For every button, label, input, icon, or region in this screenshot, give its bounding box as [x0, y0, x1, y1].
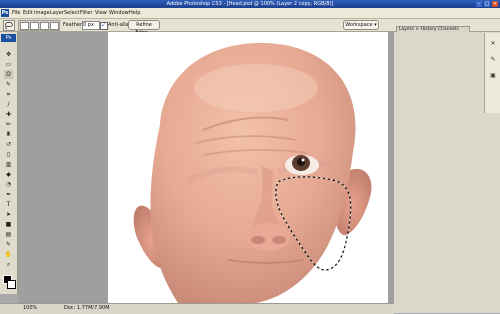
lasso-icon — [5, 21, 13, 30]
shape-tool-icon[interactable]: ■ — [4, 220, 13, 229]
type-tool-icon[interactable]: T — [4, 200, 13, 209]
photoshop-logo-icon: Ps — [1, 9, 9, 17]
workspace-label: Workspace ▾ — [345, 22, 377, 28]
tool-presets-icon[interactable]: ✕ — [488, 39, 498, 49]
menu-window[interactable]: Window — [109, 10, 129, 16]
refine-edge-button[interactable]: Refine Edge... — [128, 20, 160, 36]
doc-size: Doc: 1.77M/7.90M — [64, 305, 110, 311]
document-canvas[interactable] — [108, 32, 388, 303]
quick-selection-icon[interactable]: ✎ — [4, 80, 13, 89]
head-photo-icon — [133, 42, 372, 303]
crop-tool-icon[interactable]: ⌗ — [4, 90, 13, 99]
pen-tool-icon[interactable]: ✒ — [4, 190, 13, 199]
menu-filter[interactable]: Filter — [80, 10, 92, 16]
healing-brush-icon[interactable]: ✚ — [4, 110, 13, 119]
move-tool-icon[interactable]: ✥ — [4, 50, 13, 59]
tools-panel: Ps ✥ ▭ ʘ ✎ ⌗ / ✚ ✏ ♜ ↺ ▯ ▥ ◆ ◔ ✒ T ➤ ■ ▤… — [0, 32, 18, 294]
antialias-checkbox[interactable]: ✓ — [100, 22, 108, 30]
clone-source-icon[interactable]: ▣ — [488, 71, 498, 81]
history-brush-icon[interactable]: ↺ — [4, 140, 13, 149]
brush-tool-icon[interactable]: ✏ — [4, 120, 13, 129]
close-icon[interactable]: × — [492, 1, 498, 7]
menu-file[interactable]: File — [12, 10, 20, 16]
selection-mode-group[interactable] — [18, 20, 60, 31]
eyedropper-icon[interactable]: ✎ — [4, 240, 13, 249]
path-select-icon[interactable]: ➤ — [4, 210, 13, 219]
menu-edit[interactable]: Edit — [23, 10, 33, 16]
title-bar: Adobe Photoshop CS3 - [Head.psd @ 100% (… — [0, 0, 500, 8]
menu-help[interactable]: Help — [129, 10, 140, 16]
lasso-tool-icon[interactable]: ʘ — [4, 70, 13, 79]
background-color-swatch[interactable] — [7, 280, 16, 289]
minimize-icon[interactable]: – — [476, 1, 482, 7]
maximize-icon[interactable]: □ — [484, 1, 490, 7]
slice-tool-icon[interactable]: / — [4, 100, 13, 109]
dock-icons: ✕ ✎ ▣ — [484, 33, 500, 113]
blur-tool-icon[interactable]: ◆ — [4, 170, 13, 179]
menu-image[interactable]: Image — [34, 10, 50, 16]
zoom-tool-icon[interactable]: ⌕ — [4, 260, 13, 269]
brushes-icon[interactable]: ✎ — [488, 55, 498, 65]
feather-label: Feather: — [63, 22, 84, 28]
tool-preset-picker[interactable] — [3, 20, 15, 31]
menu-layer[interactable]: Layer — [50, 10, 64, 16]
menu-view[interactable]: View — [95, 10, 107, 16]
feather-input[interactable]: 0 px — [82, 21, 100, 30]
window-title: Adobe Photoshop CS3 - [Head.psd @ 100% (… — [166, 1, 334, 7]
stamp-tool-icon[interactable]: ♜ — [4, 130, 13, 139]
tools-ps-logo: Ps — [1, 34, 16, 42]
menu-select[interactable]: Select — [64, 10, 79, 16]
marquee-tool-icon[interactable]: ▭ — [4, 60, 13, 69]
eraser-tool-icon[interactable]: ▯ — [4, 150, 13, 159]
status-bar — [0, 303, 394, 314]
workspace-button[interactable]: Workspace ▾ — [343, 20, 379, 30]
dodge-tool-icon[interactable]: ◔ — [4, 180, 13, 189]
zoom-level[interactable]: 100% — [23, 305, 37, 311]
gradient-tool-icon[interactable]: ▥ — [4, 160, 13, 169]
notes-tool-icon[interactable]: ▤ — [4, 230, 13, 239]
hand-tool-icon[interactable]: ✋ — [4, 250, 13, 259]
